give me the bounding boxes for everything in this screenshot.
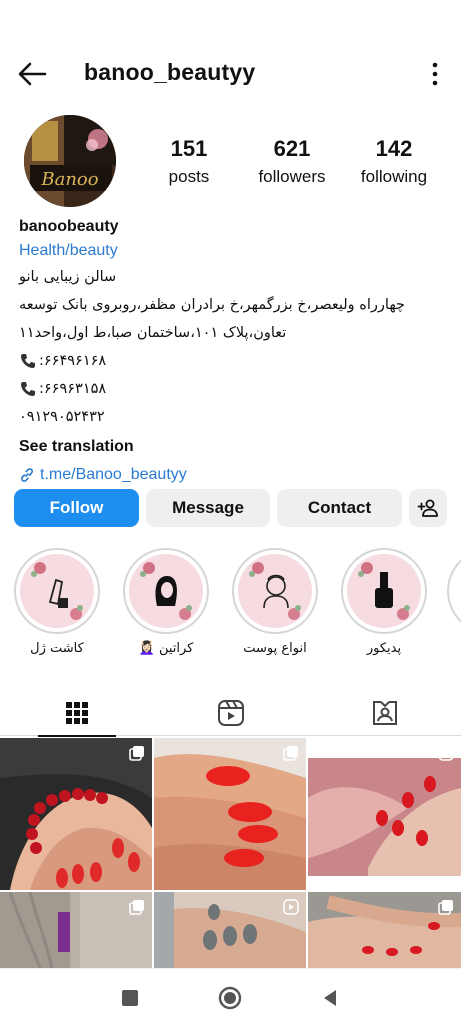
bio-phone-2: :۶۶۹۶۳۱۵۸ xyxy=(19,375,449,403)
bio-section: banoobeauty Health/beauty سالن زیبایی با… xyxy=(19,215,449,489)
tab-tagged[interactable] xyxy=(308,690,461,736)
followers-label: followers xyxy=(258,167,326,186)
profile-actions: Follow Message Contact xyxy=(14,489,454,527)
avatar[interactable]: Banoo xyxy=(24,115,116,207)
profile-header: Banoo 151 posts 621 followers 142 follow… xyxy=(0,112,461,212)
story-highlights: کاشت ژل کراتین 💆🏻‍♀️ xyxy=(0,548,461,668)
follow-button[interactable]: Follow xyxy=(14,489,139,527)
multi-photo-icon xyxy=(129,746,144,761)
post-tile[interactable] xyxy=(308,738,461,890)
post-tile[interactable] xyxy=(154,738,306,890)
reel-icon xyxy=(438,745,454,761)
tagged-icon xyxy=(372,701,397,725)
bio-phone-1: :۶۶۴۹۶۱۶۸ xyxy=(19,347,449,375)
top-bar: banoo_beautyy xyxy=(0,48,461,100)
link-icon xyxy=(21,468,33,482)
phone-number-1: :۶۶۴۹۶۱۶۸ xyxy=(39,353,107,369)
post-tile[interactable] xyxy=(154,892,306,968)
bio-line-address-2: تعاون،پلاک ۱۰۱،ساختمان صبا،ط اول،واحد۱۱ xyxy=(19,325,287,341)
see-translation-link[interactable]: See translation xyxy=(19,433,449,461)
multi-photo-icon xyxy=(129,900,144,915)
bio-external-link[interactable]: t.me/Banoo_beautyy xyxy=(19,461,449,489)
profile-tabs xyxy=(0,690,461,737)
post-tile[interactable] xyxy=(0,738,152,890)
back-triangle-icon[interactable] xyxy=(318,986,342,1010)
face-skin-icon xyxy=(249,562,301,620)
highlight-next-partial[interactable] xyxy=(447,548,461,638)
posts-count: 151 xyxy=(170,136,208,161)
reel-icon xyxy=(283,899,299,915)
bio-category[interactable]: Health/beauty xyxy=(19,239,449,263)
contact-button[interactable]: Contact xyxy=(277,489,402,527)
highlight-gel-nails[interactable]: کاشت ژل xyxy=(12,548,102,656)
highlight-keratin[interactable]: کراتین 💆🏻‍♀️ xyxy=(121,548,211,656)
avatar-logo-text: Banoo xyxy=(40,169,98,190)
post-tile[interactable] xyxy=(0,892,152,968)
home-icon[interactable] xyxy=(218,986,242,1010)
nail-polish-icon xyxy=(31,562,83,620)
stat-posts[interactable]: 151 posts xyxy=(160,136,218,187)
multi-photo-icon xyxy=(438,900,453,915)
highlight-label: کاشت ژل xyxy=(30,641,84,656)
suggest-user-button[interactable] xyxy=(409,489,447,527)
multi-photo-icon xyxy=(283,746,298,761)
stat-following[interactable]: 142 following xyxy=(354,136,434,187)
add-user-icon xyxy=(417,499,438,517)
phone-number-2: :۶۶۹۶۳۱۵۸ xyxy=(39,381,107,397)
active-tab-indicator xyxy=(38,735,116,737)
highlight-skin-types[interactable]: انواع پوست xyxy=(230,548,320,656)
followers-count: 621 xyxy=(273,136,311,161)
stat-followers[interactable]: 621 followers xyxy=(252,136,332,187)
posts-label: posts xyxy=(168,167,210,186)
post-tile[interactable] xyxy=(308,892,461,968)
bio-mobile: ۰۹۱۲۹۰۵۲۴۳۲ xyxy=(19,409,105,425)
posts-grid xyxy=(0,738,461,968)
more-vertical-icon[interactable] xyxy=(431,60,439,88)
following-count: 142 xyxy=(375,136,413,161)
message-button[interactable]: Message xyxy=(146,489,270,527)
phone-icon xyxy=(21,354,35,368)
recent-apps-icon[interactable] xyxy=(118,986,142,1010)
phone-icon xyxy=(21,382,35,396)
following-label: following xyxy=(360,167,428,186)
highlight-label: انواع پوست xyxy=(243,641,307,656)
system-nav-bar xyxy=(0,968,461,1024)
bio-name: banoobeauty xyxy=(19,218,119,235)
tab-reels[interactable] xyxy=(154,690,307,736)
highlight-pedicure[interactable]: پدیکور xyxy=(339,548,429,656)
profile-username: banoo_beautyy xyxy=(84,59,256,85)
bio-line-address-1: چهارراه ولیعصر،خ بزرگمهر،خ برادران مظفر،… xyxy=(19,297,405,313)
bio-link-text: t.me/Banoo_beautyy xyxy=(40,466,187,483)
nail-bottle-icon xyxy=(358,562,410,620)
woman-hair-icon xyxy=(140,562,192,620)
arrow-left-icon[interactable] xyxy=(16,60,48,88)
bio-line-salon: سالن زیبایی بانو xyxy=(19,269,117,285)
highlight-label: پدیکور xyxy=(366,641,402,656)
reels-icon xyxy=(217,700,244,726)
grid-icon xyxy=(65,702,88,724)
highlight-label: کراتین 💆🏻‍♀️ xyxy=(138,641,194,656)
tab-posts-grid[interactable] xyxy=(0,690,153,737)
